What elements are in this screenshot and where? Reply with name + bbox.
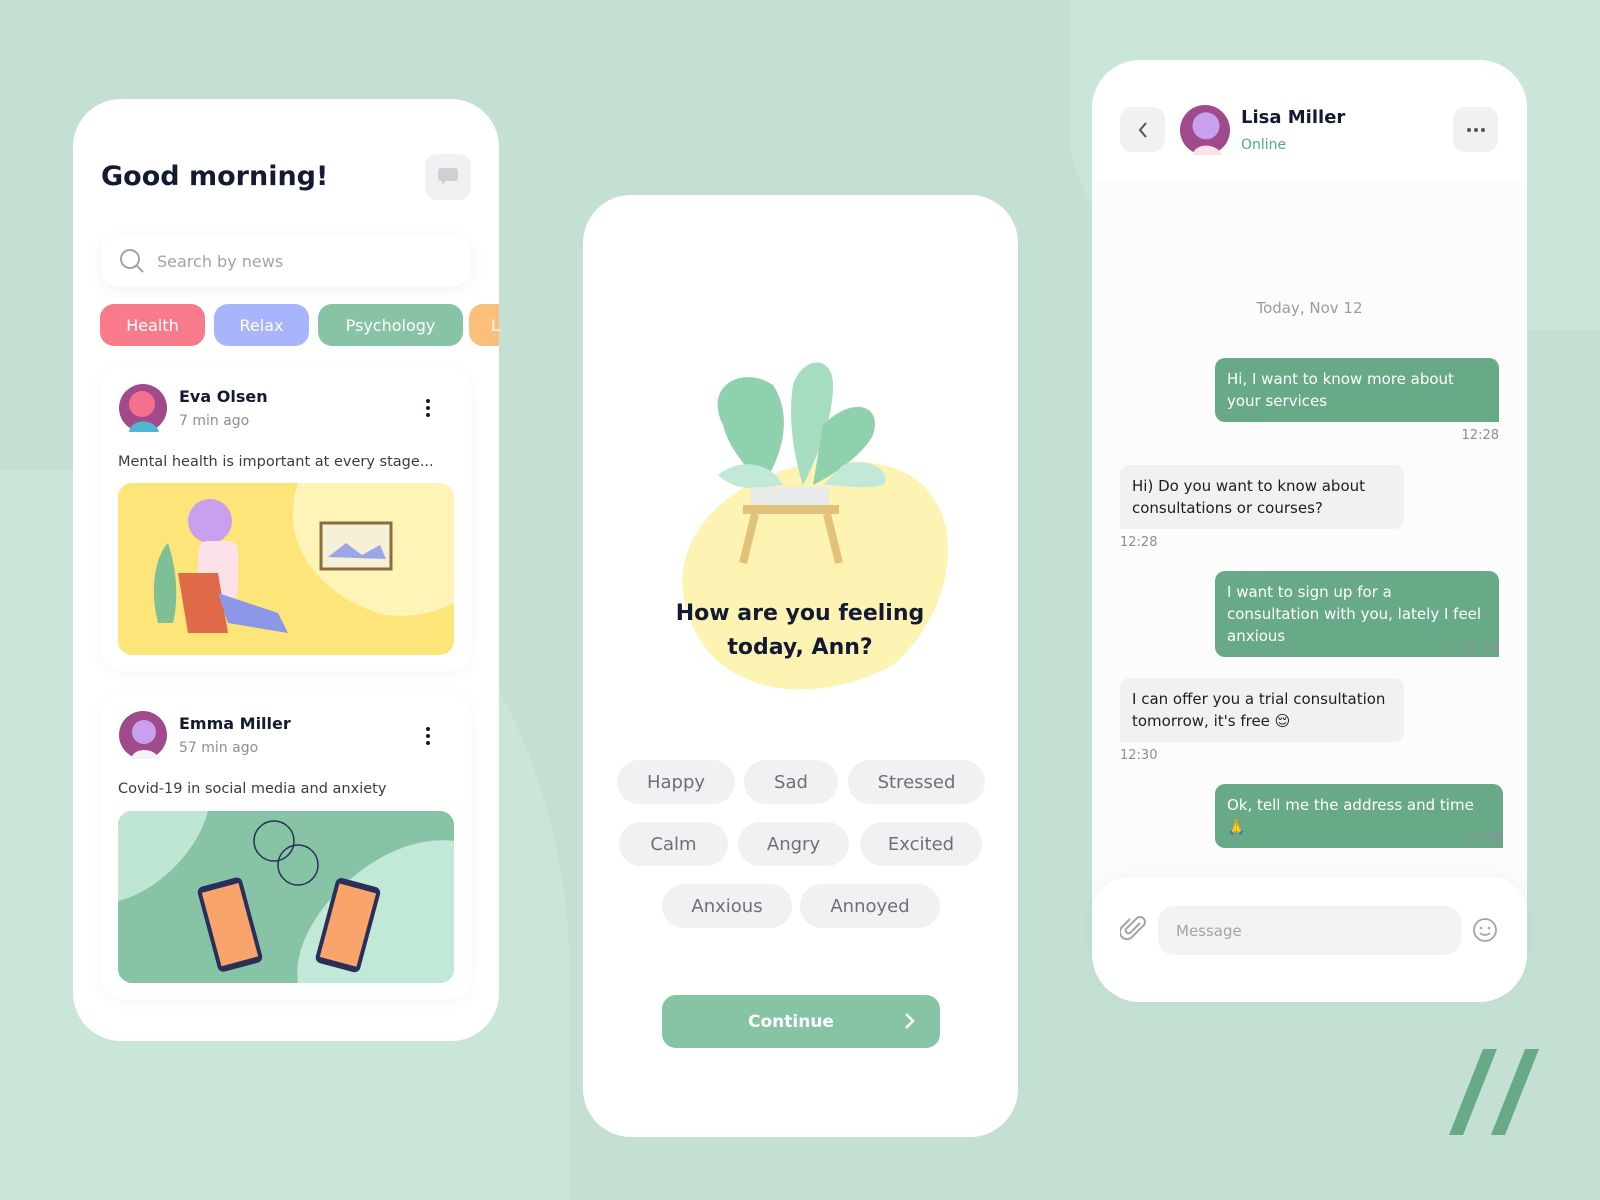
contact-status: Online	[1241, 137, 1287, 153]
more-options-icon[interactable]	[425, 727, 431, 745]
mood-label: Sad	[774, 771, 808, 793]
avatar	[119, 384, 167, 432]
mood-option-angry[interactable]: Angry	[738, 822, 849, 866]
brand-logo-slashes	[1449, 1049, 1539, 1135]
mood-label: Anxious	[691, 895, 763, 917]
post-illustration-phones	[118, 811, 454, 983]
post-time: 7 min ago	[179, 413, 250, 429]
chip-label: L	[491, 315, 500, 335]
contact-avatar	[1180, 105, 1230, 155]
post-illustration-therapy	[118, 483, 454, 655]
chip-label: Relax	[239, 315, 284, 335]
search-input[interactable]: Search by news	[101, 236, 471, 286]
emoji-icon[interactable]	[1472, 917, 1498, 943]
mood-label: Stressed	[877, 771, 956, 793]
chevron-right-icon	[905, 1013, 915, 1029]
category-psychology[interactable]: Psychology	[318, 304, 463, 346]
message-outgoing: Ok, tell me the address and time 🙏	[1215, 784, 1503, 848]
message-time: 12:30	[1120, 748, 1158, 763]
messages-button[interactable]	[425, 154, 471, 200]
category-health[interactable]: Health	[100, 304, 205, 346]
ellipsis-icon	[1466, 127, 1485, 132]
mood-question: How are you feeling today, Ann?	[675, 601, 925, 660]
chat-bubble-icon	[438, 168, 458, 185]
message-text: Ok, tell me the address and time 🙏	[1227, 796, 1474, 836]
contact-name: Lisa Miller	[1241, 107, 1346, 128]
category-more[interactable]: L	[469, 304, 500, 346]
date-separator: Today, Nov 12	[1256, 299, 1363, 317]
post-text: Covid-19 in social media and anxiety	[118, 781, 387, 797]
message-time: 12:28	[1120, 535, 1158, 550]
paperclip-icon[interactable]	[1120, 915, 1148, 943]
message-text: I can offer you a trial consultation tom…	[1132, 690, 1386, 730]
category-relax[interactable]: Relax	[214, 304, 309, 346]
post-author: Eva Olsen	[179, 387, 268, 406]
mood-label: Annoyed	[830, 895, 910, 917]
mood-label: Calm	[650, 833, 697, 855]
composer: Message	[1092, 877, 1527, 1002]
chip-label: Health	[126, 315, 179, 335]
feed-screen: Good morning! Search by news Health Rela…	[73, 99, 500, 1041]
message-time: 12:29	[1461, 642, 1499, 657]
post-text: Mental health is important at every stag…	[118, 454, 434, 470]
message-text: I want to sign up for a consultation wit…	[1227, 583, 1482, 645]
mood-label: Angry	[766, 833, 821, 855]
mood-screen: How are you feeling today, Ann? Happy Sa…	[583, 195, 1018, 1137]
mood-option-excited[interactable]: Excited	[860, 822, 982, 866]
message-incoming: Hi) Do you want to know about consultati…	[1120, 465, 1404, 529]
message-text: Hi, I want to know more about your servi…	[1227, 370, 1454, 410]
mood-option-annoyed[interactable]: Annoyed	[800, 884, 940, 928]
mood-label: Excited	[887, 833, 955, 855]
mood-option-stressed[interactable]: Stressed	[848, 760, 985, 804]
mood-option-calm[interactable]: Calm	[619, 822, 728, 866]
post-time: 57 min ago	[179, 740, 259, 756]
continue-button[interactable]: Continue	[662, 995, 940, 1048]
message-placeholder: Message	[1176, 921, 1242, 940]
mood-option-anxious[interactable]: Anxious	[662, 884, 792, 928]
search-icon	[120, 249, 144, 273]
avatar	[119, 711, 167, 759]
message-outgoing: I want to sign up for a consultation wit…	[1215, 571, 1499, 657]
news-post[interactable]: Eva Olsen 7 min ago Mental health is imp…	[101, 367, 471, 671]
chat-screen: Lisa Miller Online Today, Nov 12 Hi, I w…	[1092, 60, 1527, 1002]
continue-label: Continue	[748, 1011, 834, 1032]
post-author: Emma Miller	[179, 714, 291, 733]
message-text: Hi) Do you want to know about consultati…	[1132, 477, 1366, 517]
message-input[interactable]: Message	[1158, 906, 1461, 955]
back-button[interactable]	[1120, 107, 1165, 152]
message-outgoing: Hi, I want to know more about your servi…	[1215, 358, 1499, 422]
mood-label: Happy	[646, 771, 706, 793]
chevron-left-icon	[1138, 121, 1147, 138]
chip-label: Psychology	[345, 315, 436, 335]
more-options-icon[interactable]	[425, 399, 431, 417]
mood-option-happy[interactable]: Happy	[617, 760, 735, 804]
message-incoming: I can offer you a trial consultation tom…	[1120, 678, 1404, 742]
more-options-button[interactable]	[1453, 107, 1498, 152]
search-placeholder: Search by news	[157, 251, 284, 271]
mood-option-sad[interactable]: Sad	[744, 760, 838, 804]
page-title: Good morning!	[101, 161, 329, 192]
message-time: 12:28	[1461, 428, 1499, 443]
news-post[interactable]: Emma Miller 57 min ago Covid-19 in socia…	[101, 693, 471, 999]
message-time: 12:30	[1465, 831, 1503, 846]
